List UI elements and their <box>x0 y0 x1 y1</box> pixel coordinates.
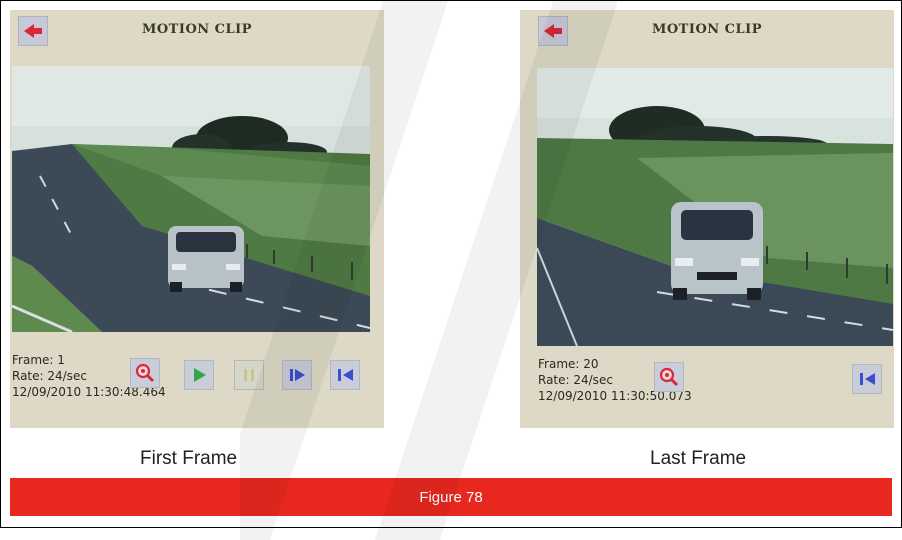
panel-title: MOTION CLIP <box>141 22 253 37</box>
caption-first-frame: First Frame <box>140 448 238 469</box>
panel-title: MOTION CLIP <box>651 22 763 37</box>
skip-to-start-button[interactable] <box>852 364 882 394</box>
skip-to-start-icon <box>860 373 875 385</box>
figure-label: Figure 78 <box>419 488 483 506</box>
pause-icon <box>244 369 254 381</box>
play-button[interactable] <box>184 360 214 390</box>
video-frame <box>537 68 893 346</box>
play-icon <box>194 368 206 382</box>
zoom-button[interactable] <box>130 358 160 388</box>
video-frame <box>12 66 370 332</box>
skip-to-start-button[interactable] <box>330 360 360 390</box>
figure-label-bar: Figure 78 <box>10 478 892 516</box>
road-scene-image <box>12 66 370 332</box>
zoom-icon <box>659 367 679 387</box>
road-scene-image <box>537 68 893 346</box>
pause-button[interactable] <box>234 360 264 390</box>
caption-last-frame: Last Frame <box>650 448 747 469</box>
zoom-icon <box>135 363 155 383</box>
motion-clip-panel-last: MOTION CLIP Frame: 20 Rate: 24/sec 12/09… <box>520 10 894 428</box>
zoom-button[interactable] <box>654 362 684 392</box>
step-forward-button[interactable] <box>282 360 312 390</box>
motion-clip-panel-first: MOTION CLIP Frame: 1 Rate: 24/sec 12/09/… <box>10 10 384 428</box>
step-forward-icon <box>290 369 305 381</box>
skip-to-start-icon <box>338 369 353 381</box>
